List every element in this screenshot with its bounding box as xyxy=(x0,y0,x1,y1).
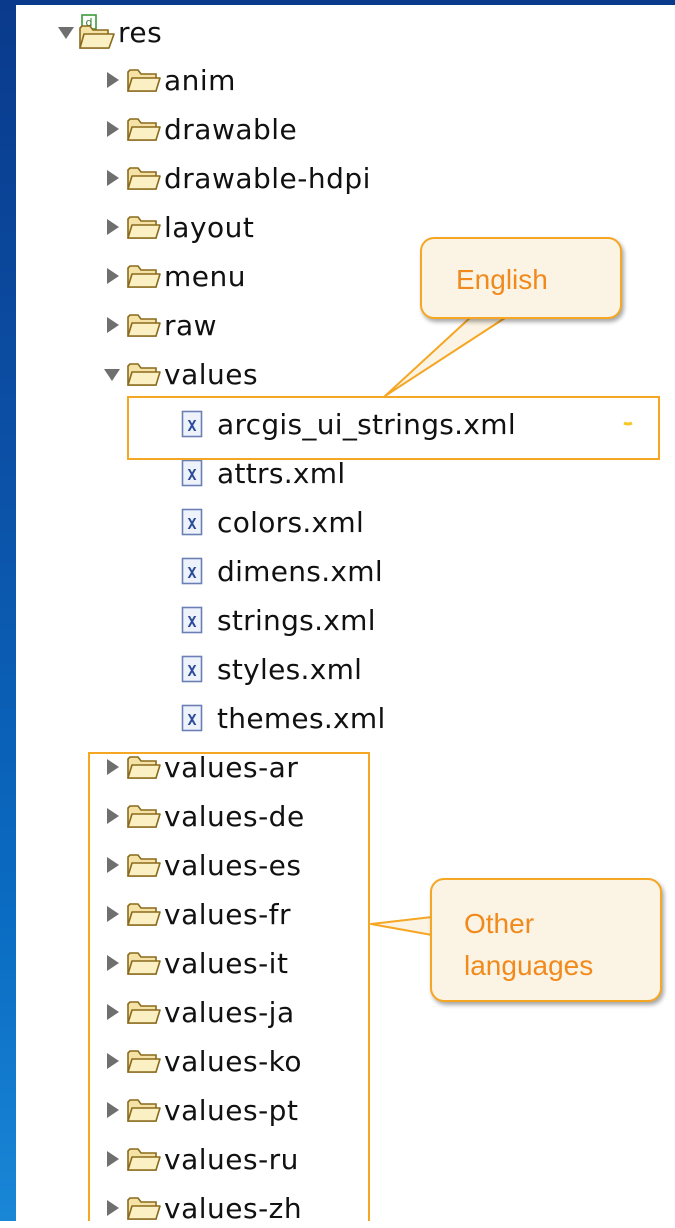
tree-node-label: layout xyxy=(164,210,255,244)
folder-icon xyxy=(126,164,162,192)
tree-node-raw[interactable]: raw xyxy=(102,305,217,345)
english-highlight-box xyxy=(127,396,660,460)
tree-node-label: values xyxy=(164,357,259,391)
tree-node-label: menu xyxy=(164,259,246,293)
tree-node-label: drawable xyxy=(164,112,298,146)
tree-node-menu[interactable]: menu xyxy=(102,256,246,296)
collapsed-arrow-icon[interactable] xyxy=(102,217,122,237)
tree-node-label: anim xyxy=(164,63,236,97)
folder-icon xyxy=(126,66,162,94)
resource-folder-icon xyxy=(76,12,116,52)
tree-node-label: drawable-hdpi xyxy=(164,161,371,195)
expanded-arrow-icon[interactable] xyxy=(102,364,122,384)
tree-file-strings[interactable]: strings.xml xyxy=(181,600,376,640)
other-languages-highlight-box xyxy=(88,752,370,1221)
folder-icon xyxy=(126,311,162,339)
xml-file-icon xyxy=(181,459,203,487)
tree-file-styles[interactable]: styles.xml xyxy=(181,649,362,689)
folder-icon xyxy=(126,213,162,241)
tree-file-dimens[interactable]: dimens.xml xyxy=(181,551,383,591)
tree-node-layout[interactable]: layout xyxy=(102,207,254,247)
collapsed-arrow-icon[interactable] xyxy=(102,119,122,139)
tree-file-label: colors.xml xyxy=(217,505,365,539)
tree-file-colors[interactable]: colors.xml xyxy=(181,502,364,542)
xml-file-icon xyxy=(181,606,203,634)
tree-file-label: attrs.xml xyxy=(217,456,346,490)
tree-node-drawable[interactable]: drawable xyxy=(102,109,297,149)
english-callout-text: English xyxy=(456,264,548,295)
english-callout: English xyxy=(420,237,622,319)
tree-file-label: dimens.xml xyxy=(217,554,383,588)
tree-file-themes[interactable]: themes.xml xyxy=(181,698,386,738)
other-languages-callout-line1: Other xyxy=(464,908,535,939)
collapsed-arrow-icon[interactable] xyxy=(102,315,122,335)
tree-node-drawable-hdpi[interactable]: drawable-hdpi xyxy=(102,158,371,198)
other-languages-callout-line2: languages xyxy=(464,950,594,981)
tree-file-label: strings.xml xyxy=(217,603,376,637)
tree-node-anim[interactable]: anim xyxy=(102,60,236,100)
tree-node-res[interactable]: res xyxy=(56,12,162,52)
folder-icon xyxy=(126,262,162,290)
folder-icon xyxy=(126,115,162,143)
other-languages-callout: Other languages xyxy=(430,878,662,1002)
tree-node-values[interactable]: values xyxy=(102,354,258,394)
collapsed-arrow-icon[interactable] xyxy=(102,168,122,188)
xml-file-icon xyxy=(181,557,203,585)
expanded-arrow-icon[interactable] xyxy=(56,22,76,42)
collapsed-arrow-icon[interactable] xyxy=(102,70,122,90)
tree-file-label: styles.xml xyxy=(217,652,363,686)
xml-file-icon xyxy=(181,655,203,683)
collapsed-arrow-icon[interactable] xyxy=(102,266,122,286)
xml-file-icon xyxy=(181,508,203,536)
tree-node-label: res xyxy=(118,15,163,49)
tree-node-label: raw xyxy=(164,308,218,342)
tree-file-label: themes.xml xyxy=(217,701,386,735)
folder-icon xyxy=(126,360,162,388)
xml-file-icon xyxy=(181,704,203,732)
